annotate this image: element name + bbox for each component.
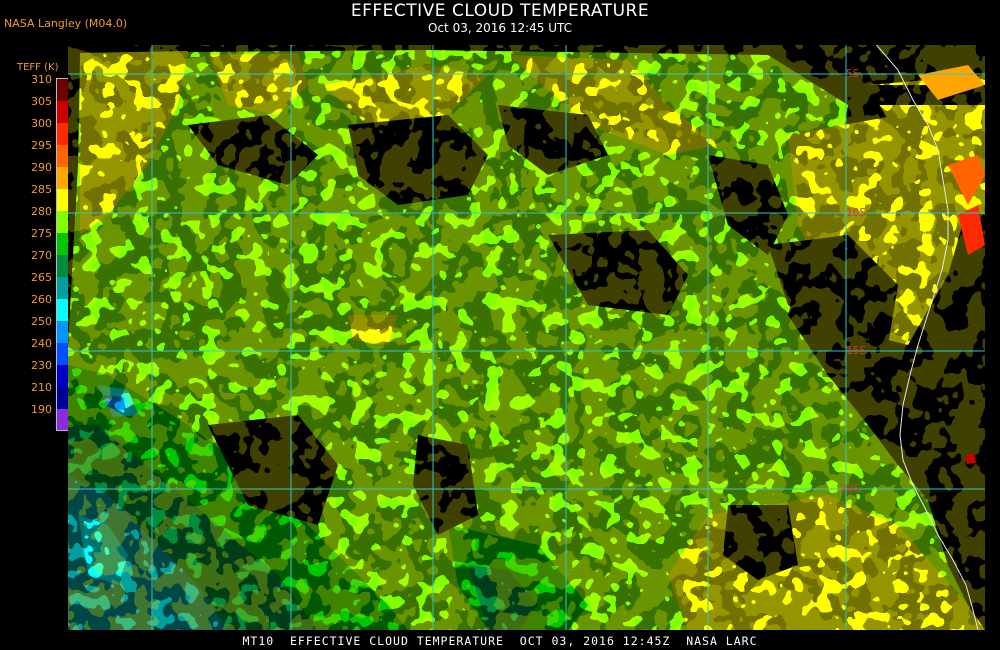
longitude-label: 5E (698, 45, 711, 46)
legend-level-label: 275 (31, 227, 52, 240)
map-timestamp: Oct 03, 2016 12:45 UTC (428, 21, 572, 35)
legend-level-label: 260 (31, 293, 52, 306)
source-label: NASA Langley (M04.0) (4, 17, 128, 30)
longitude-label: 5W (423, 45, 436, 46)
legend-level-label: 270 (31, 249, 52, 262)
longitude-label: 10W (281, 45, 301, 46)
legend-level-label: 305 (31, 95, 52, 108)
warm-cloud-texture (68, 45, 985, 630)
longitude-label: 10E (836, 45, 856, 46)
latitude-label: 20S (840, 482, 860, 495)
legend-title: TEFF (K) (17, 62, 59, 73)
latitude-label: 15S (846, 344, 866, 357)
legend-level-label: 250 (31, 315, 52, 328)
latitude-label: 10S (846, 206, 866, 219)
legend-level-label: 285 (31, 183, 52, 196)
longitude-label: 0 (556, 45, 563, 46)
legend-level-label: 310 (31, 73, 52, 86)
latitude-label: 5S (846, 67, 860, 80)
satellite-map: 15W 10W 5W 0 5E 10E 5S 10S 15S 20S (68, 45, 985, 630)
legend-level-label: 190 (31, 403, 52, 416)
legend-level-label: 290 (31, 161, 52, 174)
legend-level-label: 300 (31, 117, 52, 130)
map-canvas (68, 45, 985, 630)
legend-level-label: 280 (31, 205, 52, 218)
footer-caption: MT10 EFFECTIVE CLOUD TEMPERATURE OCT 03,… (242, 634, 758, 648)
legend-level-label: 230 (31, 359, 52, 372)
legend-level-label: 210 (31, 381, 52, 394)
map-title: EFFECTIVE CLOUD TEMPERATURE (350, 1, 650, 21)
legend-level-label: 295 (31, 139, 52, 152)
legend-level-label: 265 (31, 271, 52, 284)
longitude-label: 15W (142, 45, 162, 46)
legend-level-label: 240 (31, 337, 52, 350)
